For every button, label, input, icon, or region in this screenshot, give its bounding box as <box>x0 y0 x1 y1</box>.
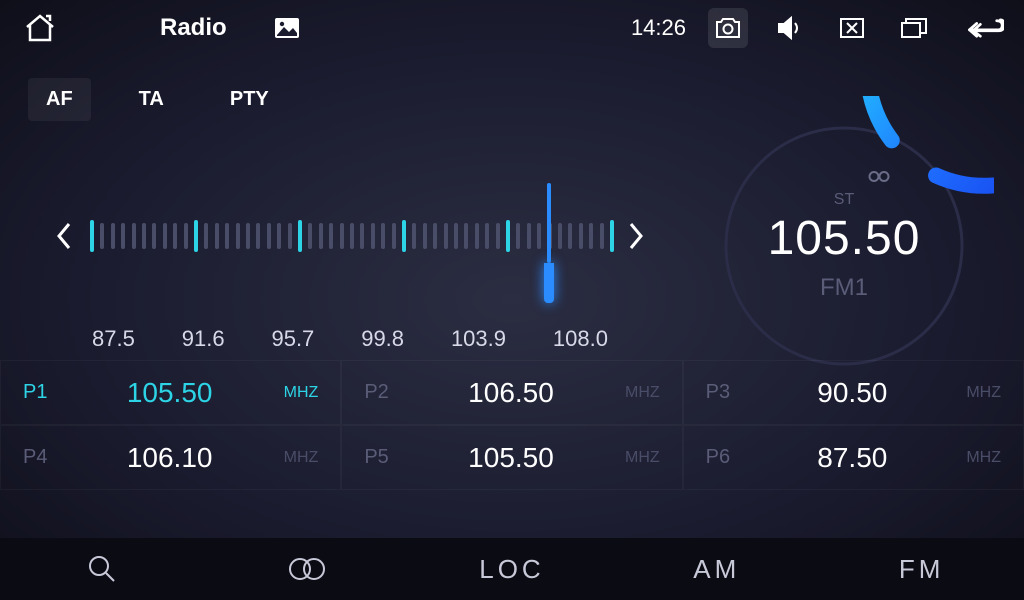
current-frequency: 105.50 <box>768 211 921 266</box>
preset-frequency: 87.50 <box>754 442 951 474</box>
preset-label: P4 <box>23 446 71 469</box>
preset-unit: MHZ <box>951 449 1001 467</box>
st-indicator: ST <box>834 191 854 209</box>
preset-unit: MHZ <box>610 449 660 467</box>
current-band: FM1 <box>820 274 868 302</box>
frequency-dial: 87.5 91.6 95.7 99.8 103.9 108.0 <box>50 176 650 352</box>
fm-button[interactable]: FM <box>819 538 1024 600</box>
af-button[interactable]: AF <box>28 78 91 121</box>
frequency-display: ST 105.50 FM1 <box>694 96 994 396</box>
recent-apps-icon[interactable] <box>894 8 934 48</box>
preset-frequency: 105.50 <box>412 442 609 474</box>
back-icon[interactable] <box>964 8 1004 48</box>
tune-down-button[interactable] <box>50 216 78 256</box>
ta-button[interactable]: TA <box>121 78 182 121</box>
preset-unit: MHZ <box>268 449 318 467</box>
home-icon[interactable] <box>20 8 60 48</box>
dial-label: 99.8 <box>361 326 404 352</box>
preset-1[interactable]: P1105.50MHZ <box>0 360 341 425</box>
screenshot-icon[interactable] <box>708 8 748 48</box>
preset-2[interactable]: P2106.50MHZ <box>341 360 682 425</box>
loc-button[interactable]: LOC <box>410 538 615 600</box>
preset-label: P2 <box>364 381 412 404</box>
dial-label: 87.5 <box>92 326 135 352</box>
tune-up-button[interactable] <box>622 216 650 256</box>
search-button[interactable] <box>0 538 205 600</box>
dial-ticks[interactable] <box>90 211 610 261</box>
preset-unit: MHZ <box>951 384 1001 402</box>
am-button[interactable]: AM <box>614 538 819 600</box>
preset-frequency: 105.50 <box>71 377 268 409</box>
page-title: Radio <box>160 14 227 42</box>
preset-3[interactable]: P390.50MHZ <box>683 360 1024 425</box>
preset-frequency: 90.50 <box>754 377 951 409</box>
preset-label: P6 <box>706 446 754 469</box>
preset-unit: MHZ <box>610 384 660 402</box>
statusbar-right: 14:26 <box>631 8 1004 48</box>
clock: 14:26 <box>631 15 686 41</box>
bottombar: LOC AM FM <box>0 538 1024 600</box>
preset-label: P3 <box>706 381 754 404</box>
close-window-icon[interactable] <box>832 8 872 48</box>
volume-icon[interactable] <box>770 8 810 48</box>
preset-frequency: 106.50 <box>412 377 609 409</box>
dial-label: 91.6 <box>182 326 225 352</box>
statusbar: Radio 14:26 <box>0 0 1024 56</box>
dial-label: 95.7 <box>271 326 314 352</box>
photo-icon[interactable] <box>267 8 307 48</box>
dial-label: 108.0 <box>553 326 608 352</box>
preset-label: P5 <box>364 446 412 469</box>
presets-grid: P1105.50MHZP2106.50MHZP390.50MHZP4106.10… <box>0 360 1024 490</box>
preset-4[interactable]: P4106.10MHZ <box>0 425 341 490</box>
dial-labels: 87.5 91.6 95.7 99.8 103.9 108.0 <box>92 326 608 352</box>
preset-5[interactable]: P5105.50MHZ <box>341 425 682 490</box>
main-area: AF TA PTY 87.5 91.6 95.7 99.8 103.9 108.0 <box>0 56 1024 490</box>
preset-label: P1 <box>23 381 71 404</box>
preset-frequency: 106.10 <box>71 442 268 474</box>
preset-6[interactable]: P687.50MHZ <box>683 425 1024 490</box>
preset-unit: MHZ <box>268 384 318 402</box>
stereo-button[interactable] <box>205 538 410 600</box>
pty-button[interactable]: PTY <box>212 78 287 121</box>
dial-label: 103.9 <box>451 326 506 352</box>
statusbar-left: Radio <box>20 8 307 48</box>
